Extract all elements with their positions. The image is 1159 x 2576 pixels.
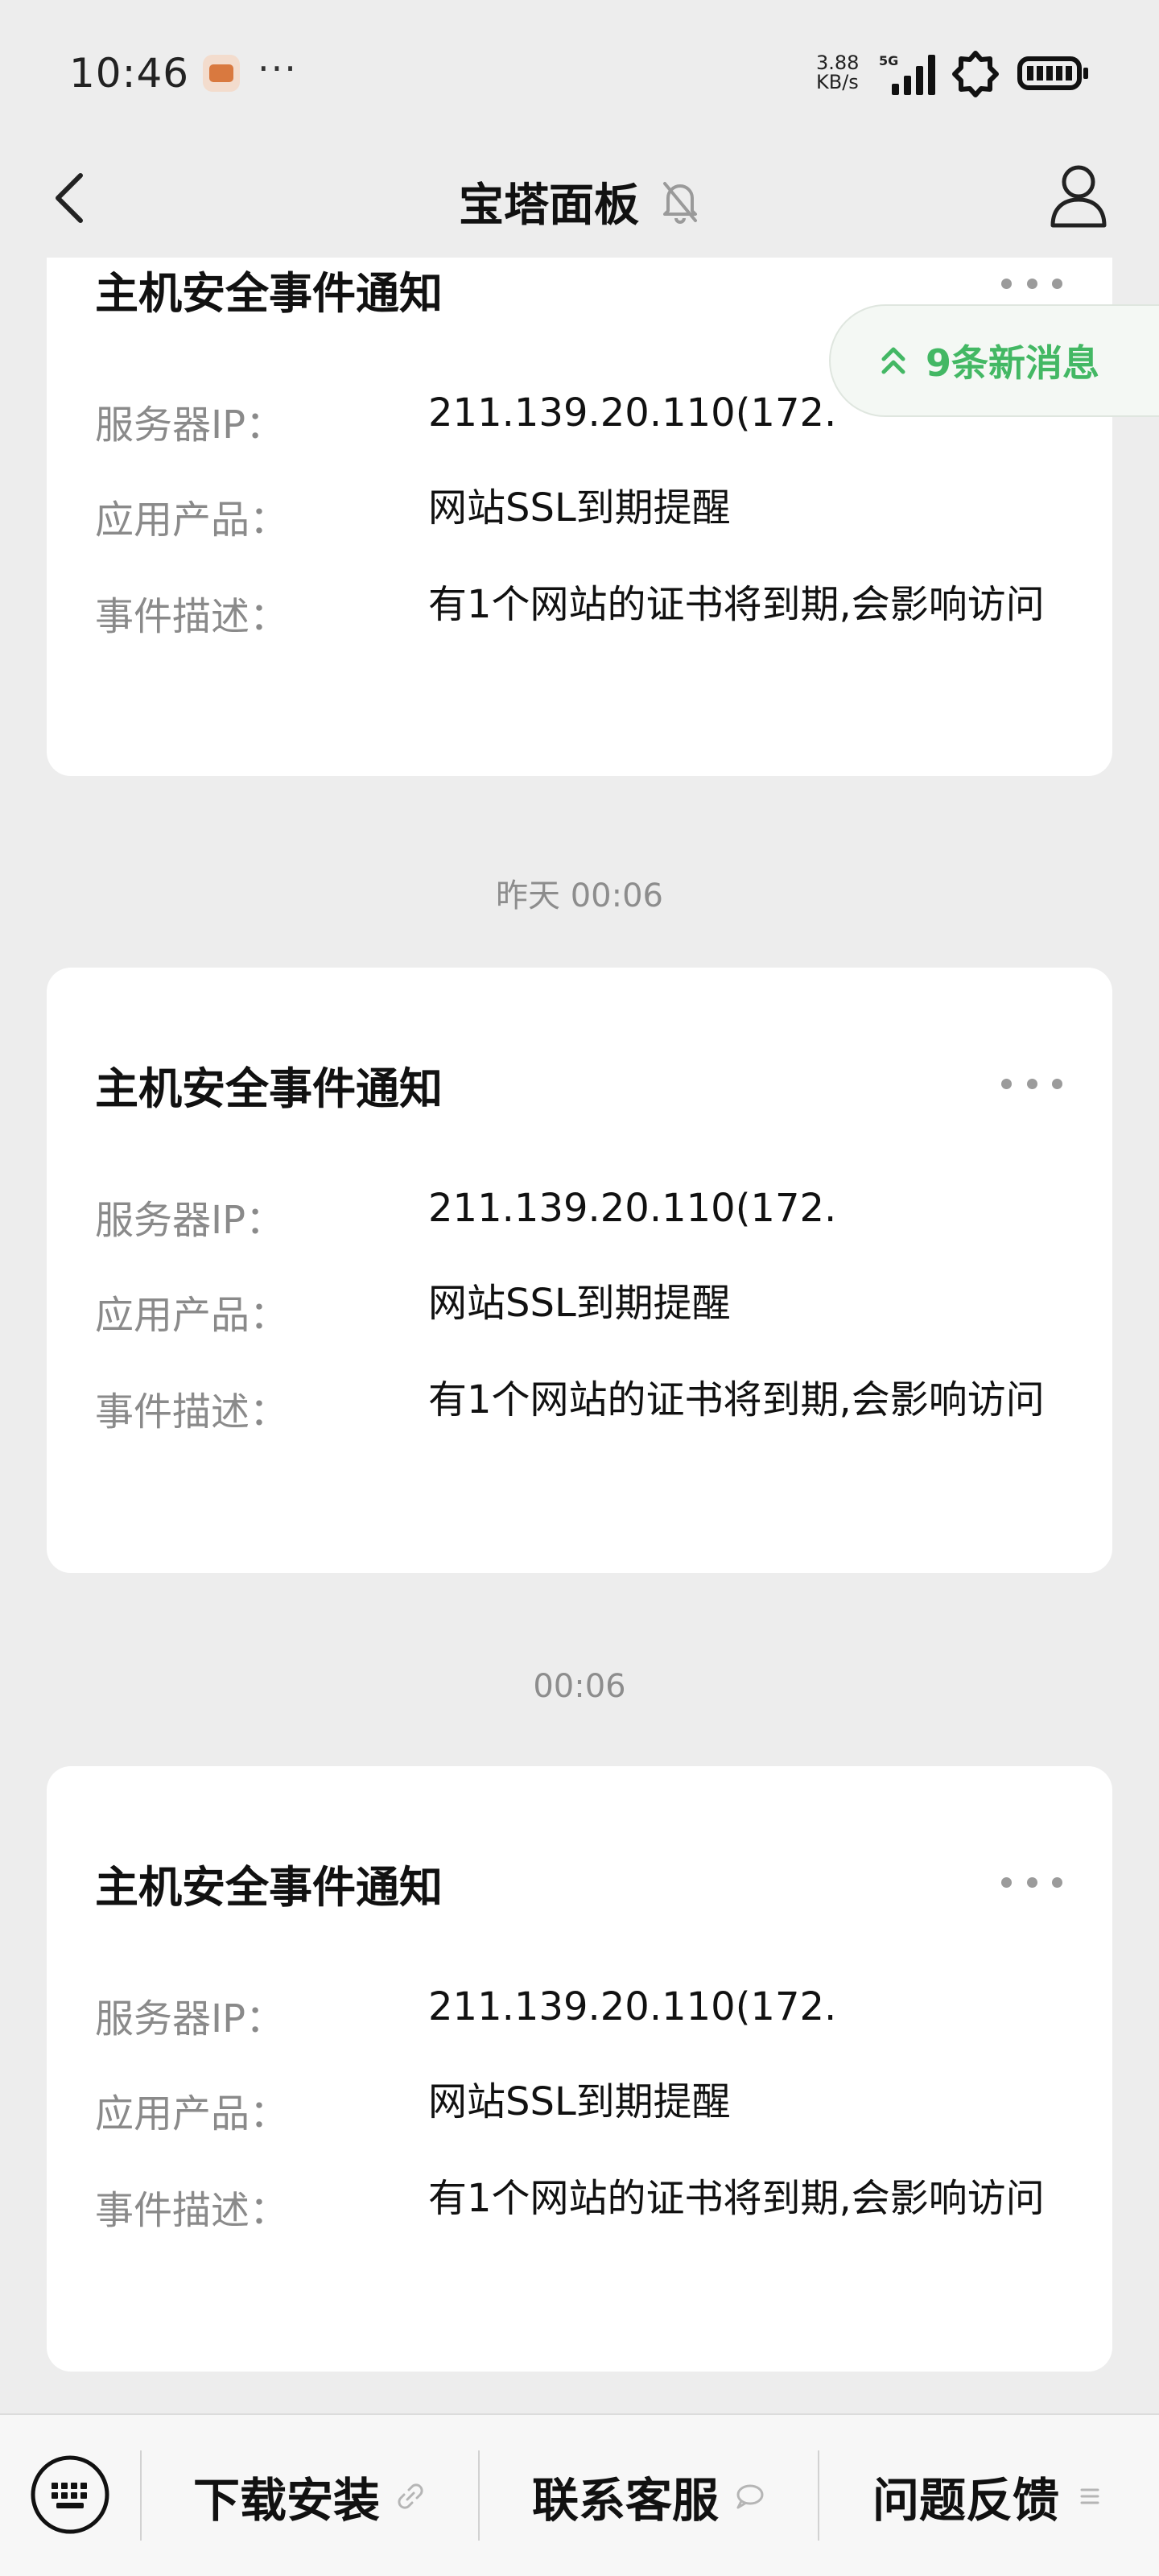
chat-bubble-icon [736,2484,764,2509]
menu-download-install[interactable]: 下载安装 [142,2454,478,2539]
card-title: 主机安全事件通知 [95,1862,443,1913]
menu-contact-support[interactable]: 联系客服 [480,2454,818,2539]
network-speed-unit: KB/s [816,71,859,93]
page-title: 宝塔面板 [459,179,639,232]
message-timestamp: 昨天 00:06 [496,877,663,914]
card-title: 主机安全事件通知 [95,268,443,319]
message-timestamp: 00:06 [533,1668,626,1705]
field-label-server-ip: 服务器IP： [95,402,285,448]
status-time: 10:46 [69,50,190,97]
card-title: 主机安全事件通知 [95,1063,443,1114]
bottom-menu-bar: 下载安装 联系客服 问题反馈 [0,2413,1159,2576]
field-label-server-ip: 服务器IP： [95,1996,285,2041]
field-label-server-ip: 服务器IP： [95,1198,285,1243]
settings-icon [952,51,999,97]
field-label-product: 应用产品： [95,2091,289,2136]
profile-icon[interactable] [1046,158,1111,235]
link-icon [398,2483,423,2509]
field-label-description: 事件描述： [95,1389,289,1435]
more-options-icon[interactable] [1001,1075,1062,1092]
field-label-description: 事件描述： [95,594,289,639]
notification-card: 主机安全事件通知 服务器IP： 211.139.20.110(172. 应用产品… [47,968,1112,1573]
menu-lines-icon [1080,2488,1099,2504]
field-value-description: 有1个网站的证书将到期,会影响访问 [428,1377,1045,1422]
more-options-icon[interactable] [1001,275,1062,291]
network-speed: 3.88 KB/s [816,53,859,92]
double-chevron-up-icon [881,347,905,374]
field-value-description: 有1个网站的证书将到期,会影响访问 [428,582,1045,627]
menu-label: 问题反馈 [872,2473,1059,2528]
field-value-server-ip: 211.139.20.110(172. [428,1984,837,2029]
field-value-description: 有1个网站的证书将到期,会影响访问 [428,2176,1045,2221]
menu-label: 下载安装 [192,2473,380,2528]
field-value-server-ip: 211.139.20.110(172. [428,1186,837,1231]
menu-label: 联系客服 [531,2473,719,2528]
keyboard-icon[interactable] [29,2454,111,2536]
field-value-product: 网站SSL到期提醒 [428,2079,731,2124]
mute-bell-icon [663,182,697,224]
field-value-product: 网站SSL到期提醒 [428,1281,731,1326]
signal-icon [892,53,937,95]
menu-feedback[interactable]: 问题反馈 [819,2454,1159,2539]
field-label-product: 应用产品： [95,1293,289,1338]
field-value-product: 网站SSL到期提醒 [428,485,731,530]
network-speed-value: 3.88 [816,52,860,74]
field-label-product: 应用产品： [95,497,289,543]
status-more-dots: ··· [258,47,298,90]
notification-card: 主机安全事件通知 服务器IP： 211.139.20.110(172. 应用产品… [47,1766,1112,2372]
new-messages-label: 9条新消息 [926,341,1100,385]
nav-bar: 宝塔面板 [0,145,1159,258]
battery-icon [1017,56,1088,90]
field-label-description: 事件描述： [95,2188,289,2233]
nav-title-group: 宝塔面板 [0,145,1159,258]
more-options-icon[interactable] [1001,1874,1062,1890]
app-notification-icon [203,55,240,92]
status-bar: 10:46 ··· 3.88 KB/s 5G [0,0,1159,145]
new-messages-button[interactable]: 9条新消息 [829,304,1159,417]
